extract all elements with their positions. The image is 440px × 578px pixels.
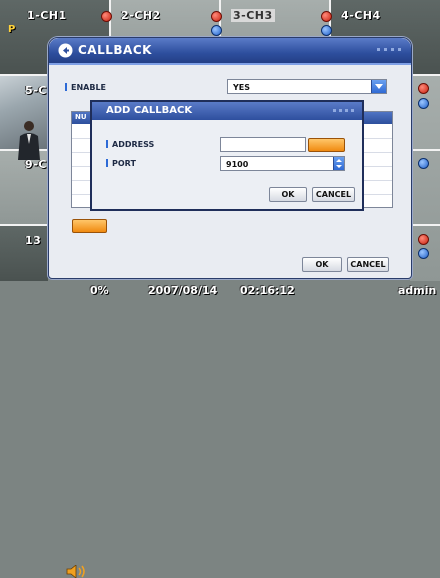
status-user: admin <box>398 284 437 297</box>
motion-indicator-icon <box>418 98 429 109</box>
address-input[interactable] <box>220 137 306 152</box>
sub-ok-button[interactable]: OK <box>269 187 307 202</box>
sub-dialog-titlebar: ADD CALLBACK <box>92 102 362 120</box>
motion-indicator-icon <box>211 25 222 36</box>
enable-value: YES <box>233 83 251 92</box>
motion-indicator-icon <box>321 25 332 36</box>
title-decoration <box>377 48 401 51</box>
record-indicator-icon <box>321 11 332 22</box>
dialog-title: CALLBACK <box>78 43 152 57</box>
list-header-number: NU <box>75 113 87 121</box>
dropdown-arrow-icon[interactable] <box>371 80 386 93</box>
status-date: 2007/08/14 <box>148 284 218 297</box>
record-indicator-icon <box>211 11 222 22</box>
sub-dialog-title: ADD CALLBACK <box>106 105 193 116</box>
sub-cancel-button[interactable]: CANCEL <box>312 187 355 202</box>
record-indicator-icon <box>101 11 112 22</box>
channel-label-4: 4-CH4 <box>341 9 381 22</box>
add-callback-dialog: ADD CALLBACK ADDRESS PORT 9100 OK CANCEL <box>90 100 364 211</box>
port-label: PORT <box>106 159 136 168</box>
record-indicator-icon <box>418 83 429 94</box>
record-indicator-icon <box>418 234 429 245</box>
port-value: 9100 <box>226 160 249 169</box>
address-label: ADDRESS <box>106 140 154 149</box>
motion-indicator-icon <box>418 248 429 259</box>
port-input[interactable]: 9100 <box>220 156 345 171</box>
camera-feed-person <box>18 121 40 160</box>
speaker-icon[interactable] <box>66 565 88 578</box>
back-arrow-icon[interactable] <box>58 43 73 58</box>
dialog-titlebar: CALLBACK <box>49 38 411 65</box>
motion-indicator-icon <box>418 158 429 169</box>
port-stepper[interactable] <box>333 157 344 170</box>
volume-level: 0% <box>90 284 109 297</box>
channel-label-1: 1-CH1 <box>27 9 67 22</box>
status-bar: 0% 2007/08/14 02:16:12 admin <box>0 281 440 578</box>
channel-label-13: 13 <box>25 234 42 247</box>
keyboard-button[interactable] <box>308 138 345 152</box>
add-callback-button[interactable] <box>72 219 107 233</box>
channel-label-3: 3-CH3 <box>231 9 275 22</box>
ok-button[interactable]: OK <box>302 257 342 272</box>
p-flag: P <box>8 24 16 35</box>
cancel-button[interactable]: CANCEL <box>347 257 389 272</box>
channel-label-2: 2-CH2 <box>121 9 161 22</box>
enable-label: ENABLE <box>65 83 106 92</box>
status-time: 02:16:12 <box>240 284 295 297</box>
channel-label-5: 5-C <box>25 84 47 97</box>
spin-arrows-icon <box>336 159 342 168</box>
title-decoration <box>333 109 354 112</box>
enable-select[interactable]: YES <box>227 79 387 94</box>
